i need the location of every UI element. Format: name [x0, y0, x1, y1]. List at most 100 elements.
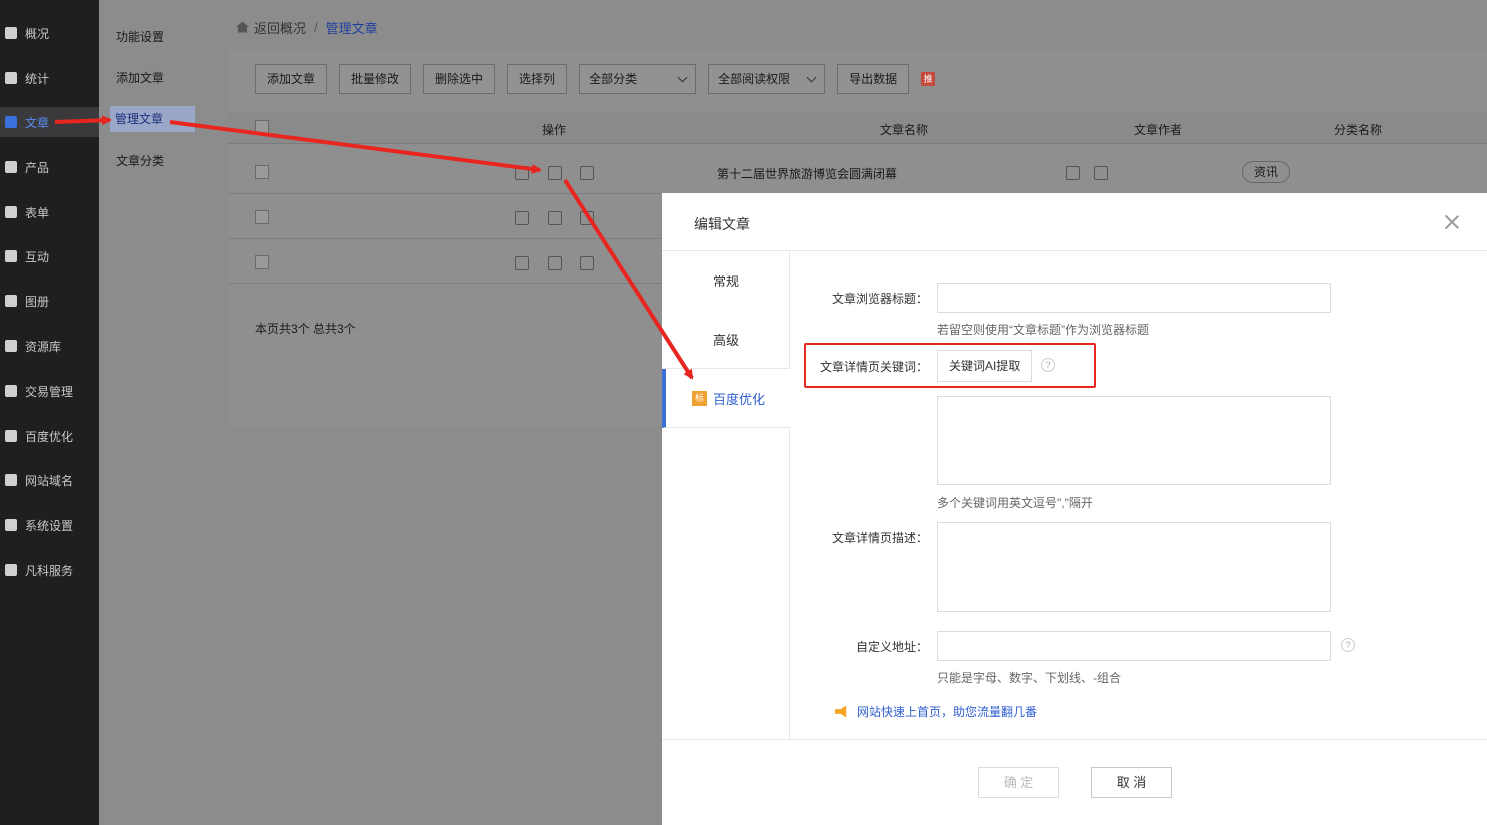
batch-edit-button[interactable]: 批量修改 [339, 64, 412, 94]
select-columns-button[interactable]: 选择列 [507, 64, 568, 94]
category-tag: 资讯 [1242, 161, 1291, 183]
header-ops: 操作 [542, 123, 567, 137]
dialog-header: 编辑文章 [662, 193, 1487, 251]
tab-baidu-seo[interactable]: 标百度优化 [662, 369, 790, 428]
nav-item-overview[interactable]: 概况 [0, 18, 99, 48]
trash-icon[interactable] [580, 166, 594, 180]
chevron-down-icon [806, 72, 817, 82]
nav-item-domain[interactable]: 网站域名 [0, 465, 99, 495]
article-icon [5, 116, 17, 128]
dialog-title: 编辑文章 [694, 216, 750, 232]
pagination-summary: 本页共3个 总共3个 [255, 322, 356, 336]
trash-icon[interactable] [580, 211, 594, 225]
custom-url-label: 自定义地址： [855, 640, 928, 654]
promo-link[interactable]: 网站快速上首页，助您流量翻几番 [835, 703, 1037, 720]
qrcode-icon[interactable] [1066, 166, 1080, 180]
delete-selected-button[interactable]: 删除选中 [423, 64, 496, 94]
nav-item-article[interactable]: 文章 [0, 107, 99, 137]
header-author[interactable]: 文章作者 [1134, 121, 1182, 138]
subnav-add-article[interactable]: 添加文章 [111, 65, 169, 91]
subnav-feature-settings[interactable]: 功能设置 [111, 24, 169, 50]
breadcrumb: 返回概况 / 管理文章 [236, 17, 378, 37]
home-icon[interactable] [236, 21, 249, 33]
nav-item-album[interactable]: 图册 [0, 286, 99, 316]
breadcrumb-back[interactable]: 返回概况 [254, 18, 306, 37]
browser-title-input[interactable] [937, 283, 1331, 313]
tab-general[interactable]: 常规 [662, 251, 790, 310]
table-header: 操作 文章名称 文章作者 分类名称 [228, 112, 1487, 144]
chevron-down-icon [677, 72, 688, 82]
domain-icon [5, 474, 17, 486]
browser-title-hint: 若留空则使用“文章标题”作为浏览器标题 [937, 323, 1149, 337]
add-article-button[interactable]: 添加文章 [255, 64, 328, 94]
keywords-textarea[interactable] [937, 396, 1331, 485]
subnav-article-category[interactable]: 文章分类 [111, 148, 169, 174]
subnav-manage-article[interactable]: 管理文章 [110, 106, 195, 132]
nav-item-resources[interactable]: 资源库 [0, 331, 99, 361]
nav-item-interact[interactable]: 互动 [0, 241, 99, 271]
home-icon [5, 27, 17, 39]
chat-icon [5, 250, 17, 262]
header-category: 分类名称 [1334, 123, 1383, 137]
nav-item-settings[interactable]: 系统设置 [0, 510, 99, 540]
toolbar: 添加文章 批量修改 删除选中 选择列 全部分类 全部阅读权限 导出数据 推 [255, 64, 936, 94]
nav-item-form[interactable]: 表单 [0, 197, 99, 227]
custom-url-input[interactable] [937, 631, 1331, 661]
row-checkbox[interactable] [255, 165, 269, 179]
row-checkbox[interactable] [255, 210, 269, 224]
keywords-label: 文章详情页关键词： [819, 360, 928, 374]
main-sidebar: 概况 统计 文章 产品 表单 互动 图册 资源库 交易管理 百度优化 网站域名 … [0, 0, 99, 825]
seo-badge-icon: 标 [692, 390, 707, 406]
header-article-name[interactable]: 文章名称 [880, 121, 928, 138]
edit-article-dialog: 编辑文章 常规 高级 标百度优化 文章浏览器标题： 若留空则使用“文章标题”作为… [662, 193, 1487, 825]
article-name[interactable]: 第十二届世界旅游博览会圆满闭幕 [717, 165, 897, 182]
select-all-checkbox[interactable] [255, 120, 269, 134]
keyword-ai-extract-button[interactable]: 关键词AI提取 [937, 350, 1033, 382]
dialog-tabs: 常规 高级 标百度优化 [662, 251, 790, 739]
permission-select[interactable]: 全部阅读权限 [708, 64, 826, 94]
nav-item-statistics[interactable]: 统计 [0, 63, 99, 93]
recommend-badge[interactable]: 推 [921, 72, 936, 86]
confirm-button[interactable]: 确 定 [978, 767, 1059, 798]
chart-icon [5, 72, 17, 84]
preview-icon[interactable] [515, 211, 529, 225]
tab-advanced[interactable]: 高级 [662, 310, 790, 369]
dialog-footer: 确 定 取 消 [662, 739, 1487, 825]
nav-item-services[interactable]: 凡科服务 [0, 555, 99, 585]
keywords-hint: 多个关键词用英文逗号","隔开 [937, 496, 1093, 510]
breadcrumb-separator: / [314, 19, 318, 35]
row-checkbox[interactable] [255, 255, 269, 269]
edit-icon[interactable] [548, 211, 562, 225]
album-icon [5, 295, 17, 307]
trash-icon[interactable] [580, 256, 594, 270]
nav-item-trade[interactable]: 交易管理 [0, 376, 99, 406]
custom-url-hint: 只能是字母、数字、下划线、-组合 [937, 671, 1121, 685]
export-button[interactable]: 导出数据 [837, 64, 910, 94]
preview-icon[interactable] [515, 256, 529, 270]
cancel-button[interactable]: 取 消 [1091, 767, 1172, 798]
image-icon[interactable] [1094, 166, 1108, 180]
description-textarea[interactable] [937, 522, 1331, 612]
preview-icon[interactable] [515, 166, 529, 180]
close-icon[interactable] [1445, 215, 1459, 229]
help-icon[interactable]: ? [1341, 638, 1355, 652]
seo-icon [5, 430, 17, 442]
edit-icon[interactable] [548, 166, 562, 180]
category-select[interactable]: 全部分类 [579, 64, 697, 94]
form-icon [5, 206, 17, 218]
nav-item-product[interactable]: 产品 [0, 152, 99, 182]
sub-sidebar: 功能设置 添加文章 管理文章 文章分类 [99, 0, 206, 825]
heart-icon [5, 564, 17, 576]
description-label: 文章详情页描述： [831, 531, 928, 545]
database-icon [5, 340, 17, 352]
breadcrumb-current: 管理文章 [325, 20, 378, 36]
nav-item-seo[interactable]: 百度优化 [0, 421, 99, 451]
gear-icon [5, 519, 17, 531]
help-icon[interactable]: ? [1041, 358, 1055, 372]
table-row: 第十二届世界旅游博览会圆满闭幕 资讯 [228, 149, 1487, 194]
speaker-icon [835, 705, 847, 718]
grid-icon [5, 161, 17, 173]
trade-icon [5, 385, 17, 397]
edit-icon[interactable] [548, 256, 562, 270]
browser-title-label: 文章浏览器标题： [831, 292, 928, 306]
